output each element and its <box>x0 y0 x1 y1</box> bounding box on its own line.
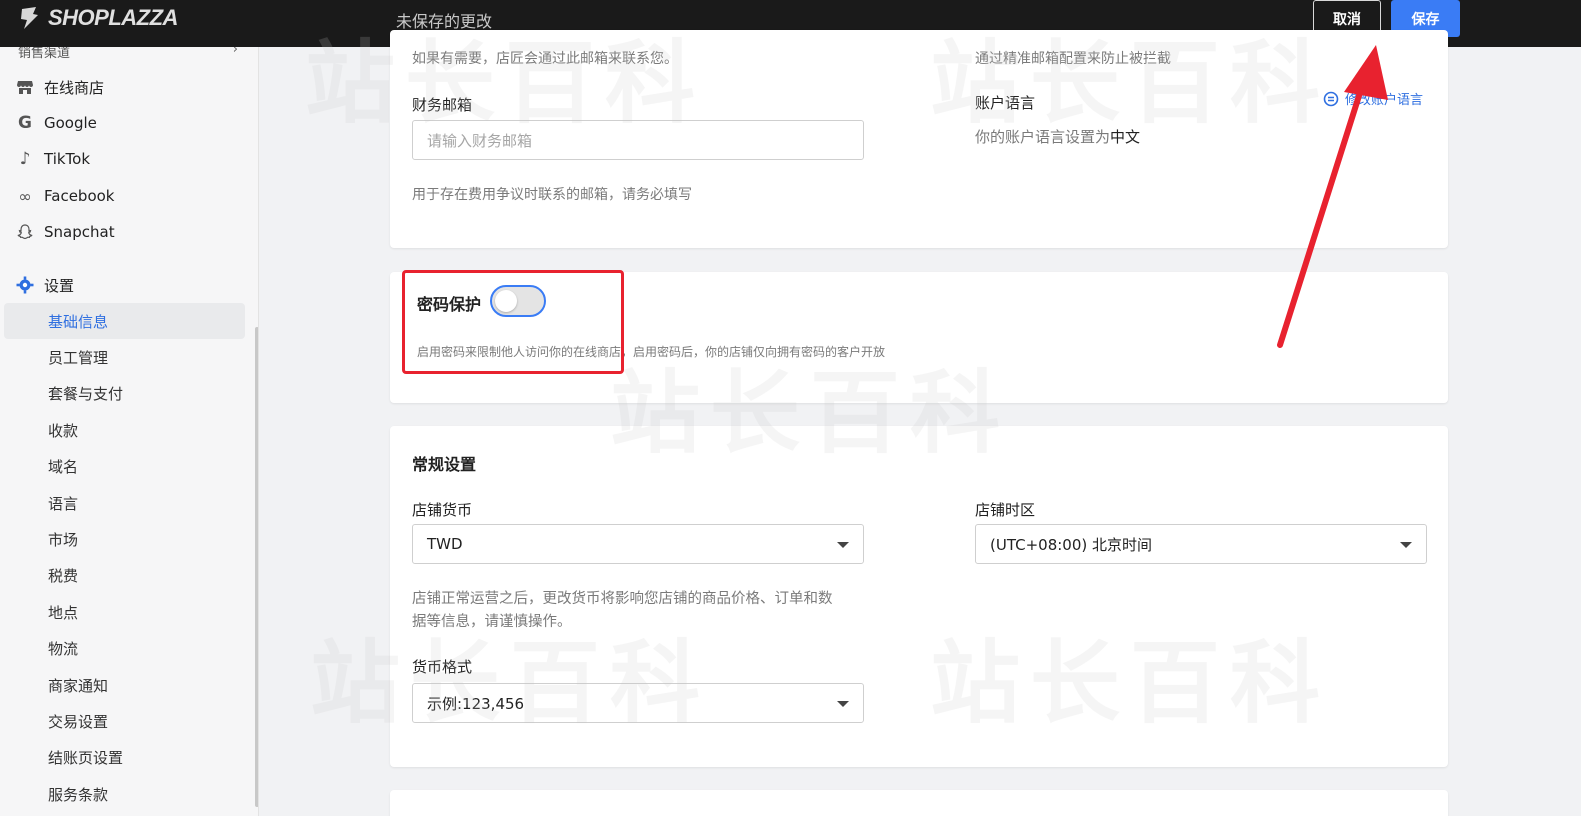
currency-format-value: 示例:123,456 <box>427 694 525 713</box>
sidebar-item-notifications[interactable]: 商家通知 <box>4 667 245 703</box>
sidebar-item-languages[interactable]: 语言 <box>4 485 245 521</box>
store-currency-label: 店铺货币 <box>412 501 473 519</box>
shoplazza-logo[interactable]: SHOPLAZZA <box>16 5 178 31</box>
annotation-arrow <box>1277 45 1388 348</box>
store-currency-hint: 店铺正常运营之后，更改货币将影响您店铺的商品价格、订单和数 据等信息，请谨慎操作… <box>412 588 833 634</box>
store-timezone-value: (UTC+08:00) 北京时间 <box>990 535 1153 554</box>
store-currency-select[interactable]: TWD <box>412 524 864 564</box>
sidebar-item-basic-info[interactable]: 基础信息 <box>4 303 245 339</box>
store-currency-value: TWD <box>427 535 463 553</box>
gear-icon <box>16 276 34 294</box>
currency-hint-line: 店铺正常运营之后，更改货币将影响您店铺的商品价格、订单和数 <box>412 591 833 607</box>
account-language-text: 你的账户语言设置为中文 <box>975 126 1140 147</box>
sidebar-section-sales-channels[interactable]: 销售渠道 › <box>18 47 238 61</box>
store-timezone-select[interactable]: (UTC+08:00) 北京时间 <box>975 524 1427 564</box>
email-filter-hint: 通过精准邮箱配置来防止被拦截 <box>975 51 1171 67</box>
account-language-value: 中文 <box>1110 128 1141 146</box>
currency-format-label: 货币格式 <box>412 658 473 676</box>
sidebar-item-payments[interactable]: 收款 <box>4 412 245 448</box>
chevron-right-icon: › <box>232 47 238 57</box>
finance-email-label: 财务邮箱 <box>412 96 473 114</box>
password-protection-hint: 启用密码来限制他人访问你的在线商店，启用密码后，你的店铺仅向拥有密码的客户开放 <box>417 345 886 359</box>
sidebar-item-label: TikTok <box>44 150 91 168</box>
sidebar-item-shipping[interactable]: 物流 <box>4 630 245 666</box>
store-icon <box>16 78 34 96</box>
sidebar-item-markets[interactable]: 市场 <box>4 521 245 557</box>
unsaved-changes-text: 未保存的更改 <box>396 12 493 31</box>
sidebar-item-settings[interactable]: 设置 <box>16 273 74 297</box>
sidebar-item-label: 设置 <box>44 276 75 295</box>
currency-hint-line: 据等信息，请谨慎操作。 <box>412 614 572 630</box>
sidebar-item-label: 在线商店 <box>44 78 105 97</box>
sidebar-item-label: Facebook <box>44 187 115 205</box>
sidebar-item-transactions[interactable]: 交易设置 <box>4 703 245 739</box>
toggle-knob <box>495 290 517 312</box>
shoplazza-logo-icon <box>21 7 38 29</box>
sidebar-item-online-store[interactable]: 在线商店 <box>16 75 104 99</box>
sidebar-item-label: Snapchat <box>44 223 115 241</box>
next-settings-card <box>390 790 1448 816</box>
sidebar-item-taxes[interactable]: 税费 <box>4 557 245 593</box>
sidebar: 销售渠道 › 在线商店 G Google ♪ TikTok ∞ Facebook… <box>0 47 259 816</box>
meta-icon: ∞ <box>18 186 32 206</box>
sidebar-item-tiktok[interactable]: ♪ TikTok <box>16 147 90 171</box>
sidebar-item-snapchat[interactable]: Snapchat <box>16 220 115 244</box>
sidebar-item-label: Google <box>44 114 97 132</box>
caret-down-icon <box>837 701 849 707</box>
google-icon: G <box>18 113 32 133</box>
finance-email-input[interactable]: 请输入财务邮箱 <box>412 120 864 160</box>
caret-down-icon <box>1400 542 1412 548</box>
sidebar-item-domains[interactable]: 域名 <box>4 448 245 484</box>
caret-down-icon <box>837 542 849 548</box>
sidebar-item-locations[interactable]: 地点 <box>4 594 245 630</box>
store-timezone-label: 店铺时区 <box>975 501 1036 519</box>
sidebar-scrollbar[interactable] <box>255 327 258 807</box>
snapchat-icon <box>16 223 34 241</box>
account-language-label: 账户语言 <box>975 94 1036 112</box>
sales-channels-label: 销售渠道 <box>18 47 71 61</box>
tiktok-icon: ♪ <box>19 149 31 169</box>
sidebar-item-facebook[interactable]: ∞ Facebook <box>16 184 114 208</box>
currency-format-select[interactable]: 示例:123,456 <box>412 683 864 723</box>
password-protection-title: 密码保护 <box>417 295 482 314</box>
account-language-prefix: 你的账户语言设置为 <box>975 128 1111 146</box>
sidebar-item-terms[interactable]: 服务条款 <box>4 776 245 812</box>
sidebar-item-plan-billing[interactable]: 套餐与支付 <box>4 375 245 411</box>
general-settings-title: 常规设置 <box>412 455 477 474</box>
sidebar-item-checkout[interactable]: 结账页设置 <box>4 739 245 775</box>
general-settings-card: 常规设置 店铺货币 TWD 店铺正常运营之后，更改货币将影响您店铺的商品价格、订… <box>390 426 1448 767</box>
password-protection-toggle[interactable] <box>490 285 546 317</box>
sidebar-item-staff[interactable]: 员工管理 <box>4 339 245 375</box>
logo-text: SHOPLAZZA <box>48 5 178 30</box>
sidebar-item-google[interactable]: G Google <box>16 111 97 135</box>
contact-email-hint: 如果有需要，店匠会通过此邮箱来联系您。 <box>412 51 678 67</box>
finance-email-hint: 用于存在费用争议时联系的邮箱，请务必填写 <box>412 187 692 203</box>
